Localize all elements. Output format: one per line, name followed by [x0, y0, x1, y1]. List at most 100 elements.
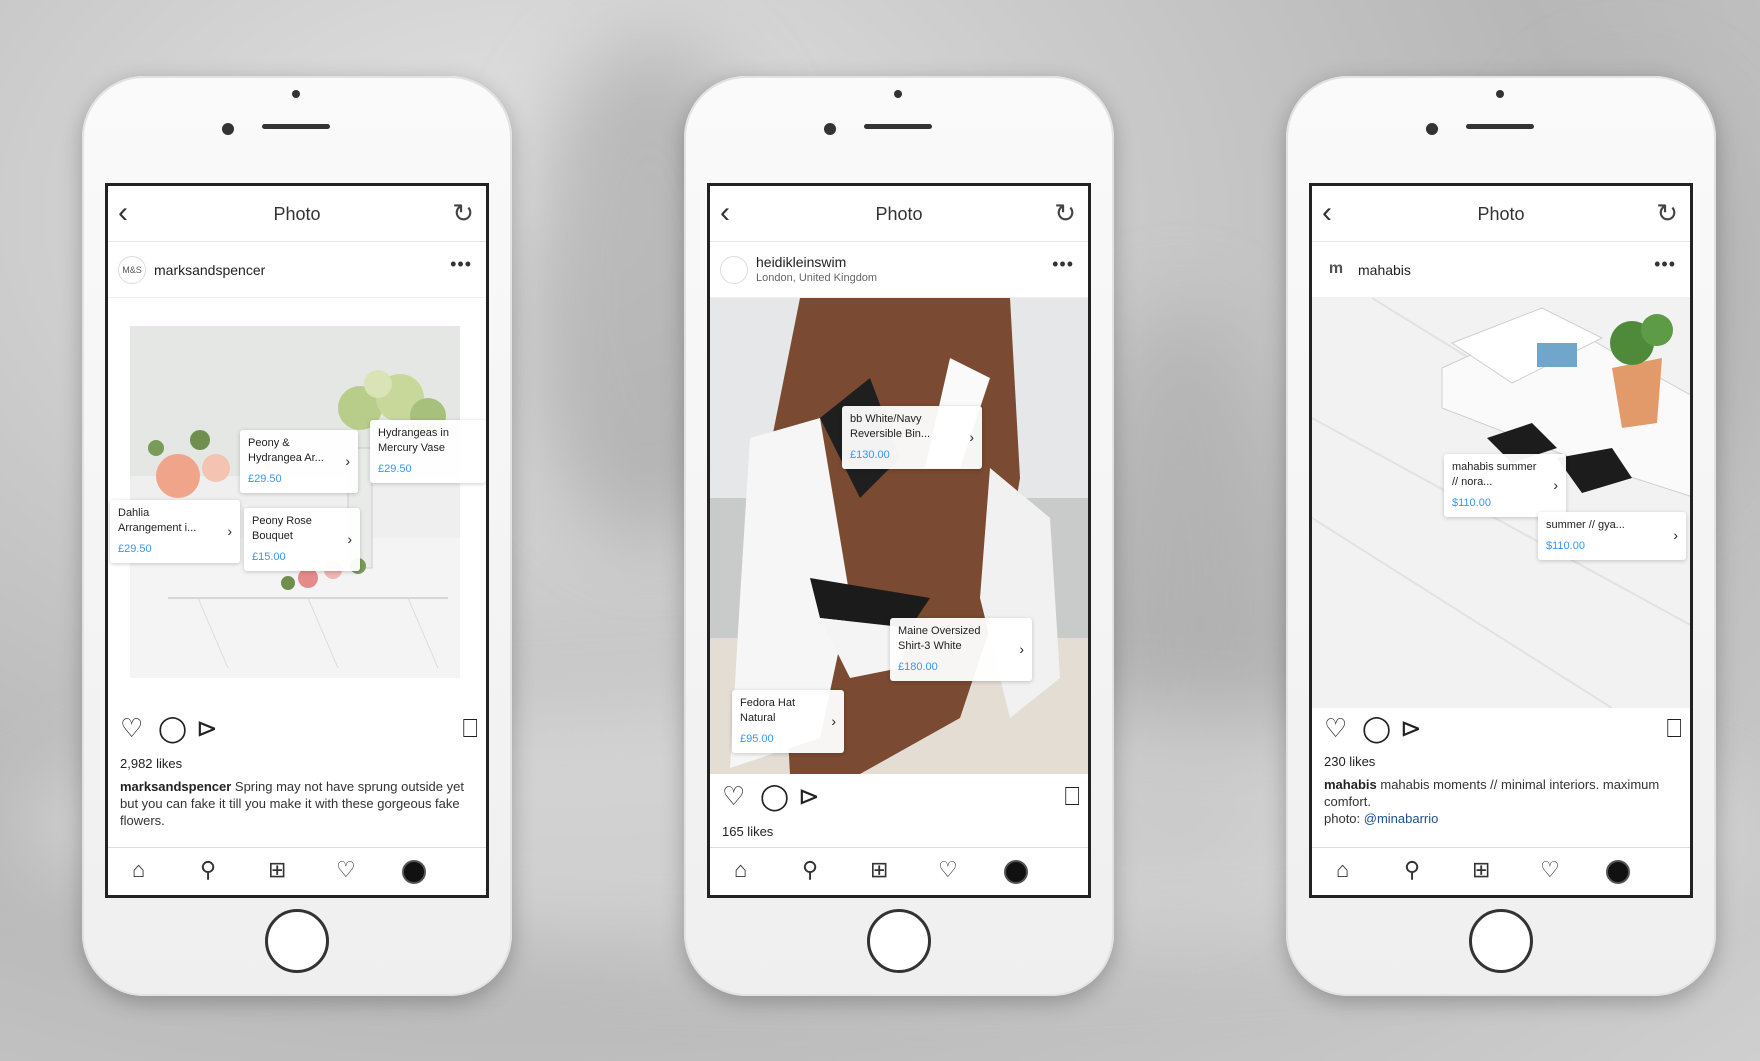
more-options-icon[interactable]: •••: [1052, 254, 1074, 275]
share-icon[interactable]: ⊳: [798, 782, 820, 810]
more-options-icon[interactable]: •••: [450, 254, 472, 275]
instagram-screen: ‹ Photo ↻ M&S marksandspencer ••• Peony …: [105, 183, 489, 898]
search-icon[interactable]: ⚲: [1404, 858, 1420, 882]
product-tag[interactable]: summer // gya... $110.00 ›: [1538, 512, 1686, 560]
top-nav-bar: ‹ Photo ↻: [710, 186, 1088, 242]
share-icon[interactable]: ⊳: [196, 714, 218, 742]
likes-count[interactable]: 230 likes: [1324, 754, 1375, 769]
page-title: Photo: [1477, 204, 1525, 224]
product-price: £29.50: [248, 473, 282, 485]
caption-mention-link[interactable]: @minabarrio: [1364, 811, 1439, 826]
post-photo[interactable]: Peony & Hydrangea Ar... £29.50 › Hydrang…: [108, 298, 486, 728]
product-tag[interactable]: Hydrangeas in Mercury Vase £29.50: [370, 420, 486, 483]
post-caption: marksandspencer Spring may not have spru…: [120, 778, 474, 829]
location[interactable]: London, United Kingdom: [756, 272, 877, 284]
instagram-screen: ‹ Photo ↻ heidikleinswim London, United …: [707, 183, 1091, 898]
mahabis-logo-icon[interactable]: m: [1322, 256, 1350, 284]
activity-heart-icon[interactable]: ♡: [336, 858, 356, 882]
chevron-right-icon: ›: [1019, 640, 1024, 657]
add-post-icon[interactable]: ⊞: [268, 858, 286, 882]
bookmark-icon[interactable]: ⎕: [1666, 714, 1682, 742]
likes-count[interactable]: 165 likes: [722, 824, 773, 839]
product-tag[interactable]: Dahlia Arrangement i... £29.50 ›: [110, 500, 240, 563]
caption-username[interactable]: mahabis: [1324, 777, 1377, 792]
product-tag[interactable]: Peony Rose Bouquet £15.00 ›: [244, 508, 360, 571]
refresh-icon[interactable]: ↻: [452, 200, 474, 226]
username[interactable]: marksandspencer: [154, 262, 265, 278]
chevron-right-icon: ›: [1553, 476, 1558, 493]
search-icon[interactable]: ⚲: [200, 858, 216, 882]
post-caption: mahabis mahabis moments // minimal inter…: [1324, 776, 1678, 827]
product-tag[interactable]: bb White/Navy Reversible Bin... £130.00 …: [842, 406, 982, 469]
sensor-dot: [1496, 90, 1504, 98]
front-camera: [222, 123, 234, 135]
likes-count[interactable]: 2,982 likes: [120, 756, 182, 771]
home-icon[interactable]: ⌂: [132, 858, 145, 882]
product-tag[interactable]: Maine Oversized Shirt-3 White £180.00 ›: [890, 618, 1032, 681]
home-icon[interactable]: ⌂: [1336, 858, 1349, 882]
post-photo[interactable]: bb White/Navy Reversible Bin... £130.00 …: [710, 298, 1088, 774]
phone-heidikleinswim: ‹ Photo ↻ heidikleinswim London, United …: [684, 76, 1114, 996]
comment-icon[interactable]: ◯: [158, 714, 187, 742]
username[interactable]: heidikleinswim: [756, 254, 846, 270]
heart-icon[interactable]: ♡: [722, 782, 745, 810]
bottom-tab-bar: ⌂ ⚲ ⊞ ♡: [1312, 847, 1690, 895]
product-tag[interactable]: Fedora Hat Natural £95.00 ›: [732, 690, 844, 753]
page-title: Photo: [875, 204, 923, 224]
profile-avatar-icon[interactable]: [1606, 860, 1630, 884]
product-name: Dahlia Arrangement i...: [118, 507, 197, 534]
caption-username[interactable]: marksandspencer: [120, 779, 231, 794]
heart-icon[interactable]: ♡: [1324, 714, 1347, 742]
post-header: heidikleinswim London, United Kingdom ••…: [710, 242, 1088, 298]
profile-avatar-icon[interactable]: [1004, 860, 1028, 884]
refresh-icon[interactable]: ↻: [1054, 200, 1076, 226]
comment-icon[interactable]: ◯: [760, 782, 789, 810]
product-tag[interactable]: mahabis summer // nora... $110.00 ›: [1444, 454, 1566, 517]
phone-marksandspencer: ‹ Photo ↻ M&S marksandspencer ••• Peony …: [82, 76, 512, 996]
front-camera: [824, 123, 836, 135]
product-name: Maine Oversized Shirt-3 White: [898, 625, 981, 652]
heart-icon[interactable]: ♡: [120, 714, 143, 742]
more-options-icon[interactable]: •••: [1654, 254, 1676, 275]
chevron-right-icon: ›: [227, 522, 232, 539]
bookmark-icon[interactable]: ⎕: [462, 714, 478, 742]
product-name: Fedora Hat Natural: [740, 697, 796, 724]
product-name: Peony Rose Bouquet: [252, 515, 312, 542]
post-actions: ♡ ◯ ⊳ ⎕: [710, 778, 1088, 818]
avatar[interactable]: M&S: [118, 256, 146, 284]
chevron-right-icon: ›: [969, 428, 974, 445]
post-actions: ♡ ◯ ⊳ ⎕: [1312, 710, 1690, 750]
product-price: £29.50: [118, 543, 152, 555]
product-name: bb White/Navy Reversible Bin...: [850, 413, 931, 440]
top-nav-bar: ‹ Photo ↻: [1312, 186, 1690, 242]
home-icon[interactable]: ⌂: [734, 858, 747, 882]
sensor-dot: [894, 90, 902, 98]
chevron-right-icon: ›: [347, 530, 352, 547]
activity-heart-icon[interactable]: ♡: [938, 858, 958, 882]
share-icon[interactable]: ⊳: [1400, 714, 1422, 742]
add-post-icon[interactable]: ⊞: [870, 858, 888, 882]
add-post-icon[interactable]: ⊞: [1472, 858, 1490, 882]
front-camera: [1426, 123, 1438, 135]
earpiece-speaker: [262, 124, 330, 129]
product-price: £180.00: [898, 661, 938, 673]
search-icon[interactable]: ⚲: [802, 858, 818, 882]
caption-photo-label: photo:: [1324, 811, 1364, 826]
page-title: Photo: [273, 204, 321, 224]
profile-avatar-icon[interactable]: [402, 860, 426, 884]
activity-heart-icon[interactable]: ♡: [1540, 858, 1560, 882]
avatar[interactable]: [720, 256, 748, 284]
bookmark-icon[interactable]: ⎕: [1064, 782, 1080, 810]
username[interactable]: mahabis: [1358, 262, 1411, 278]
chevron-right-icon: ›: [831, 712, 836, 729]
refresh-icon[interactable]: ↻: [1656, 200, 1678, 226]
product-tag[interactable]: Peony & Hydrangea Ar... £29.50 ›: [240, 430, 358, 493]
post-photo[interactable]: mahabis summer // nora... $110.00 › summ…: [1312, 298, 1690, 708]
home-button[interactable]: [867, 909, 931, 973]
product-name: Hydrangeas in Mercury Vase: [378, 427, 449, 454]
home-button[interactable]: [265, 909, 329, 973]
top-nav-bar: ‹ Photo ↻: [108, 186, 486, 242]
home-button[interactable]: [1469, 909, 1533, 973]
comment-icon[interactable]: ◯: [1362, 714, 1391, 742]
post-header: m mahabis •••: [1312, 242, 1690, 298]
